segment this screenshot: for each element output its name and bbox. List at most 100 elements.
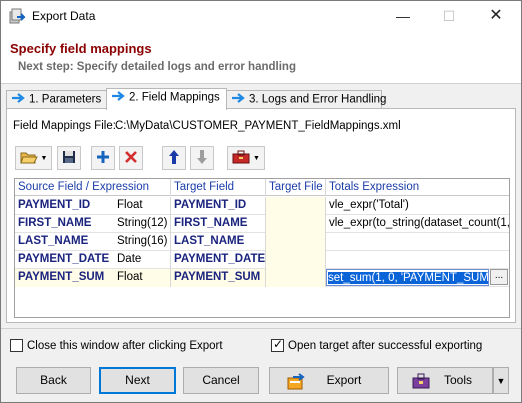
export-button-label: Export (326, 373, 362, 387)
title-bar: Export Data — ☐ ✕ (1, 1, 521, 31)
target-field[interactable]: LAST_NAME (171, 233, 266, 251)
tab-label: 3. Logs and Error Handling (249, 93, 387, 106)
target-field[interactable]: FIRST_NAME (171, 215, 266, 233)
back-button-label: Back (40, 373, 67, 387)
header-divider (1, 83, 521, 84)
totals-expression[interactable]: vle_expr(to_string(dataset_count(1, (326, 215, 509, 233)
open-target-label: Open target after successful exporting (288, 339, 483, 352)
close-after-export-option[interactable]: Close this window after clicking Export (10, 339, 223, 352)
source-type: Float (114, 269, 171, 287)
page-title: Specify field mappings (10, 41, 152, 56)
tab-logs-error-handling[interactable]: 3. Logs and Error Handling (226, 90, 386, 109)
tools-button[interactable]: Tools (397, 367, 493, 394)
move-up-icon (168, 149, 180, 168)
column-header-target-field[interactable]: Target Field (171, 179, 266, 196)
export-icon (287, 372, 305, 399)
back-button[interactable]: Back (16, 367, 91, 394)
dropdown-arrow-icon: ▼ (496, 376, 506, 386)
export-data-window: Export Data — ☐ ✕ Specify field mappings… (0, 0, 522, 403)
totals-expression[interactable]: vle_expr('Total') (326, 197, 509, 215)
source-type: Date (114, 251, 171, 269)
export-app-icon (9, 8, 27, 24)
open-target-checkbox[interactable] (271, 337, 284, 352)
minimize-button[interactable]: — (380, 1, 426, 31)
wizard-header: Specify field mappings Next step: Specif… (1, 31, 521, 83)
column-header-totals-expression[interactable]: Totals Expression (326, 179, 509, 196)
close-after-export-checkbox[interactable] (10, 339, 23, 352)
export-button[interactable]: Export (269, 367, 389, 394)
toolbox-icon (232, 150, 250, 167)
table-row[interactable]: PAYMENT_ID Float PAYMENT_ID vle_expr('To… (15, 197, 509, 215)
source-type: String(16) (114, 233, 171, 251)
grid-header: Source Field / Expression Target Field T… (15, 179, 509, 196)
target-field[interactable]: PAYMENT_ID (171, 197, 266, 215)
source-type: String(12) (114, 215, 171, 233)
tab-label: 2. Field Mappings (129, 91, 220, 104)
delete-mapping-button[interactable] (119, 146, 143, 170)
tab-parameters[interactable]: 1. Parameters (6, 90, 107, 109)
arrow-right-icon (11, 93, 25, 106)
move-down-button[interactable] (190, 146, 214, 170)
target-file[interactable] (266, 269, 326, 287)
window-title: Export Data (32, 9, 96, 23)
totals-expression[interactable] (326, 251, 509, 269)
target-field[interactable]: PAYMENT_DATE (171, 251, 266, 269)
table-row[interactable]: LAST_NAME String(16) LAST_NAME (15, 233, 509, 251)
tools-button-label: Tools (443, 373, 472, 387)
next-button[interactable]: Next (99, 367, 176, 394)
totals-expression-selected-text: set_sum(1, 0, 'PAYMENT_SUM'))) (328, 272, 488, 284)
minimize-icon: — (396, 8, 410, 24)
tab-label: 1. Parameters (29, 93, 102, 106)
dropdown-arrow-icon: ▼ (253, 154, 260, 162)
source-field[interactable]: PAYMENT_DATE (15, 251, 114, 269)
save-icon (62, 150, 76, 167)
next-step-subtitle: Next step: Specify detailed logs and err… (18, 61, 296, 73)
field-mappings-grid[interactable]: Source Field / Expression Target Field T… (14, 178, 510, 318)
tools-menu-button[interactable]: ▼ (227, 146, 265, 170)
target-file[interactable] (266, 251, 326, 269)
options-divider (1, 328, 521, 329)
table-row[interactable]: PAYMENT_DATE Date PAYMENT_DATE (15, 251, 509, 269)
totals-expression-editor[interactable]: set_sum(1, 0, 'PAYMENT_SUM'))) (326, 269, 489, 286)
expression-builder-button[interactable]: ... (490, 269, 508, 285)
open-target-option[interactable]: Open target after successful exporting (271, 337, 483, 352)
table-row[interactable]: FIRST_NAME String(12) FIRST_NAME vle_exp… (15, 215, 509, 233)
tools-dropdown-button[interactable]: ▼ (493, 367, 509, 394)
dropdown-arrow-icon: ▼ (40, 154, 48, 162)
next-button-label: Next (125, 373, 150, 387)
move-up-button[interactable] (162, 146, 186, 170)
close-after-export-label: Close this window after clicking Export (27, 339, 223, 352)
move-down-icon (196, 149, 208, 168)
add-mapping-button[interactable] (91, 146, 115, 170)
field-mappings-file-path: C:\MyData\CUSTOMER_PAYMENT_FieldMappings… (115, 120, 401, 132)
table-row-selected[interactable]: PAYMENT_SUM Float PAYMENT_SUM set_sum(1,… (15, 269, 509, 287)
target-file[interactable] (266, 233, 326, 251)
save-mappings-button[interactable] (57, 146, 81, 170)
target-file[interactable] (266, 215, 326, 233)
open-mappings-button[interactable]: ▼ (15, 146, 52, 170)
source-field[interactable]: FIRST_NAME (15, 215, 114, 233)
column-header-source[interactable]: Source Field / Expression (15, 179, 171, 196)
maximize-icon: ☐ (442, 8, 456, 24)
cancel-button[interactable]: Cancel (183, 367, 259, 394)
source-field[interactable]: LAST_NAME (15, 233, 114, 251)
column-header-target-file[interactable]: Target File (266, 179, 326, 196)
maximize-button[interactable]: ☐ (426, 1, 472, 31)
add-icon (96, 150, 110, 167)
cancel-button-label: Cancel (202, 373, 240, 387)
arrow-right-icon (231, 93, 245, 106)
open-folder-icon (19, 150, 38, 167)
close-icon: ✕ (489, 7, 503, 24)
delete-icon (124, 150, 138, 167)
source-field[interactable]: PAYMENT_ID (15, 197, 114, 215)
arrow-right-icon (111, 91, 125, 104)
totals-expression[interactable] (326, 233, 509, 251)
target-field[interactable]: PAYMENT_SUM (171, 269, 266, 287)
tab-field-mappings[interactable]: 2. Field Mappings (106, 88, 227, 110)
source-type: Float (114, 197, 171, 215)
source-field[interactable]: PAYMENT_SUM (15, 269, 114, 287)
toolbox-icon (412, 373, 430, 398)
target-file[interactable] (266, 197, 326, 215)
field-mappings-file-label: Field Mappings File: (13, 120, 116, 132)
close-button[interactable]: ✕ (473, 1, 519, 31)
